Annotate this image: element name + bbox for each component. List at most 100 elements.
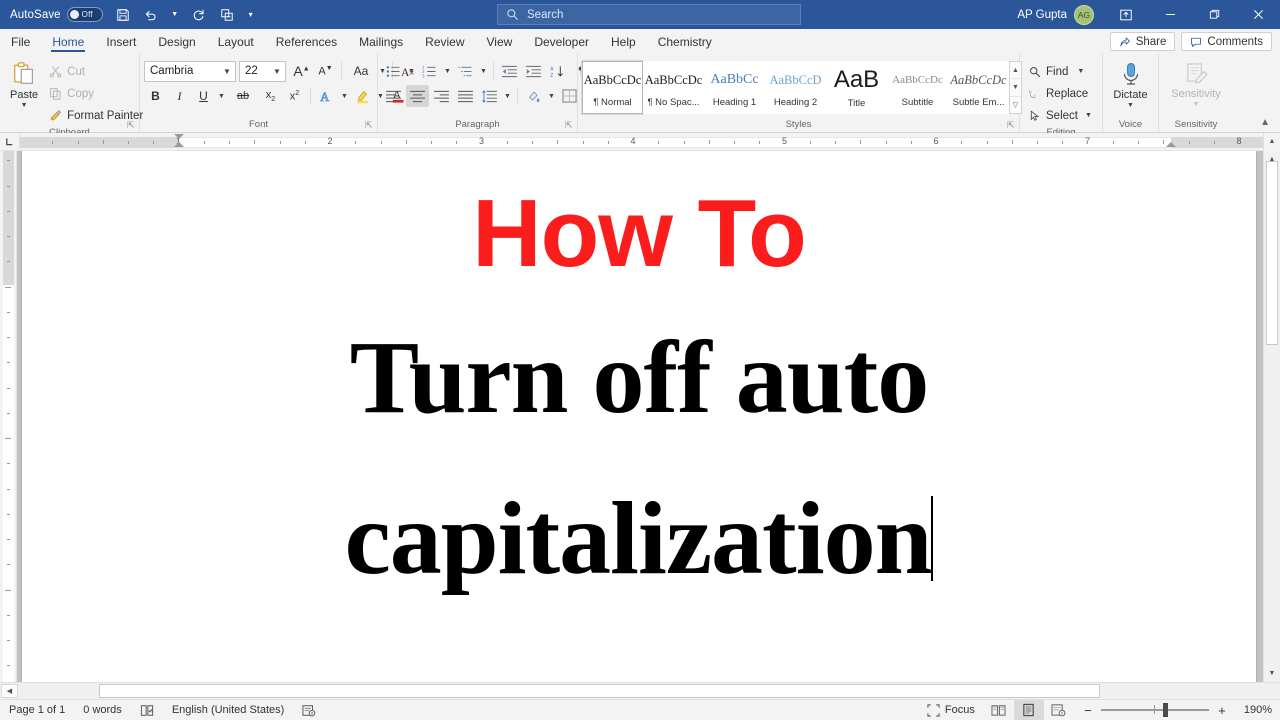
bullets-button[interactable]: [382, 60, 405, 82]
close-button[interactable]: [1236, 0, 1280, 29]
zoom-level-button[interactable]: 190%: [1236, 704, 1280, 716]
bold-button[interactable]: B: [144, 85, 167, 107]
text-effects-button[interactable]: A: [315, 85, 338, 107]
proofing-status[interactable]: [131, 700, 163, 720]
align-right-button[interactable]: [430, 85, 453, 107]
document-body[interactable]: How To Turn off auto capitalization: [22, 151, 1256, 619]
style-title[interactable]: AaB Title: [826, 61, 887, 114]
font-dialog-launcher[interactable]: ⇱: [365, 121, 375, 131]
style-normal[interactable]: AaBbCcDc ¶ Normal: [582, 61, 643, 114]
multilevel-list-button[interactable]: [454, 60, 477, 82]
customize-qat-icon[interactable]: ▾: [241, 3, 261, 27]
underline-dropdown-icon[interactable]: ▼: [216, 85, 227, 107]
hanging-indent-marker[interactable]: [1166, 142, 1176, 147]
font-size-combo[interactable]: 22 ▼: [239, 61, 286, 82]
horizontal-scroll-thumb[interactable]: [99, 684, 1100, 698]
dictate-dropdown-icon[interactable]: ▼: [1127, 101, 1134, 110]
hanging-indent-marker[interactable]: [174, 142, 184, 147]
tab-references[interactable]: References: [265, 29, 348, 54]
zoom-slider[interactable]: − +: [1074, 703, 1236, 718]
numbering-button[interactable]: 123: [418, 60, 441, 82]
style-heading-2[interactable]: AaBbCcD Heading 2: [765, 61, 826, 114]
tab-insert[interactable]: Insert: [95, 29, 147, 54]
ruler-scroll-up-button[interactable]: ▲: [1263, 133, 1280, 151]
zoom-track[interactable]: [1101, 709, 1209, 711]
zoom-out-button[interactable]: −: [1082, 703, 1094, 718]
document-line-1[interactable]: How To: [44, 181, 1234, 287]
tab-file[interactable]: File: [0, 29, 41, 54]
tab-view[interactable]: View: [476, 29, 524, 54]
avatar[interactable]: AG: [1074, 5, 1094, 25]
tab-chemistry[interactable]: Chemistry: [647, 29, 723, 54]
paste-button[interactable]: Paste ▼: [4, 57, 44, 112]
dictate-button[interactable]: Dictate ▼: [1107, 60, 1153, 112]
justify-button[interactable]: [454, 85, 477, 107]
ribbon-display-options-icon[interactable]: [1104, 0, 1148, 29]
cut-button[interactable]: Cut: [44, 61, 148, 82]
horizontal-scrollbar[interactable]: ◀: [0, 682, 1280, 699]
web-layout-button[interactable]: [1044, 700, 1074, 720]
styles-dialog-launcher[interactable]: ⇱: [1007, 121, 1017, 131]
accessibility-checker[interactable]: [293, 700, 325, 720]
shading-button[interactable]: [522, 85, 545, 107]
sensitivity-button[interactable]: Sensitivity ▼: [1165, 60, 1227, 111]
text-effects-dropdown-icon[interactable]: ▼: [339, 85, 350, 107]
tab-help[interactable]: Help: [600, 29, 647, 54]
collapse-ribbon-button[interactable]: ▲: [1256, 115, 1274, 130]
document-line-3[interactable]: capitalization: [44, 458, 1234, 619]
underline-button[interactable]: U: [192, 85, 215, 107]
vertical-ruler[interactable]: [0, 151, 17, 682]
read-mode-button[interactable]: [984, 700, 1014, 720]
tab-home[interactable]: Home: [41, 29, 95, 54]
copy-button[interactable]: Copy: [44, 83, 148, 104]
vertical-scroll-thumb[interactable]: [1266, 161, 1278, 345]
clipboard-dialog-launcher[interactable]: ⇱: [127, 121, 137, 131]
redo-icon[interactable]: [185, 3, 213, 27]
document-canvas[interactable]: How To Turn off auto capitalization ▲ ▼: [17, 151, 1280, 682]
align-center-button[interactable]: [406, 85, 429, 107]
first-line-indent-marker[interactable]: [174, 134, 184, 139]
tab-layout[interactable]: Layout: [207, 29, 265, 54]
autosave-toggle[interactable]: Off: [67, 7, 103, 22]
find-dropdown-icon[interactable]: ▼: [1077, 68, 1084, 75]
tab-review[interactable]: Review: [414, 29, 475, 54]
zoom-in-button[interactable]: +: [1216, 703, 1228, 718]
replace-button[interactable]: bc Replace: [1024, 83, 1093, 104]
change-case-button[interactable]: Aa: [346, 60, 376, 82]
paste-dropdown-icon[interactable]: ▼: [21, 101, 28, 110]
style-subtitle[interactable]: AaBbCcDc Subtitle: [887, 61, 948, 114]
bullets-dropdown-icon[interactable]: ▼: [406, 60, 417, 82]
tab-developer[interactable]: Developer: [523, 29, 600, 54]
numbering-dropdown-icon[interactable]: ▼: [442, 60, 453, 82]
repeat-icon[interactable]: [213, 3, 241, 27]
shrink-font-button[interactable]: A▼: [314, 60, 337, 82]
print-layout-button[interactable]: [1014, 700, 1044, 720]
font-family-combo[interactable]: Cambria ▼: [144, 61, 236, 82]
line-spacing-dropdown-icon[interactable]: ▼: [502, 85, 513, 107]
grow-font-button[interactable]: A▲: [290, 60, 313, 82]
text-highlight-button[interactable]: [351, 85, 374, 107]
select-dropdown-icon[interactable]: ▼: [1085, 112, 1092, 119]
decrease-indent-button[interactable]: [498, 60, 521, 82]
restore-button[interactable]: [1192, 0, 1236, 29]
select-button[interactable]: Select ▼: [1024, 105, 1097, 126]
share-button[interactable]: Share: [1110, 32, 1176, 51]
align-left-button[interactable]: [382, 85, 405, 107]
scroll-down-icon[interactable]: ▼: [1264, 665, 1280, 682]
word-count[interactable]: 0 words: [74, 700, 131, 720]
zoom-handle[interactable]: [1163, 703, 1168, 717]
comments-button[interactable]: Comments: [1181, 32, 1272, 51]
italic-button[interactable]: I: [168, 85, 191, 107]
save-icon[interactable]: [109, 3, 137, 27]
search-input[interactable]: Search: [497, 4, 801, 25]
language-indicator[interactable]: English (United States): [163, 700, 294, 720]
line-spacing-button[interactable]: [478, 85, 501, 107]
style-no-spacing[interactable]: AaBbCcDc ¶ No Spac...: [643, 61, 704, 114]
subscript-button[interactable]: x2: [259, 85, 282, 107]
style-subtle-emphasis[interactable]: AaBbCcDc Subtle Em...: [948, 61, 1009, 114]
multilevel-dropdown-icon[interactable]: ▼: [478, 60, 489, 82]
tab-mailings[interactable]: Mailings: [348, 29, 414, 54]
page-indicator[interactable]: Page 1 of 1: [0, 700, 74, 720]
increase-indent-button[interactable]: [522, 60, 545, 82]
vertical-scrollbar[interactable]: ▲ ▼: [1263, 151, 1280, 682]
